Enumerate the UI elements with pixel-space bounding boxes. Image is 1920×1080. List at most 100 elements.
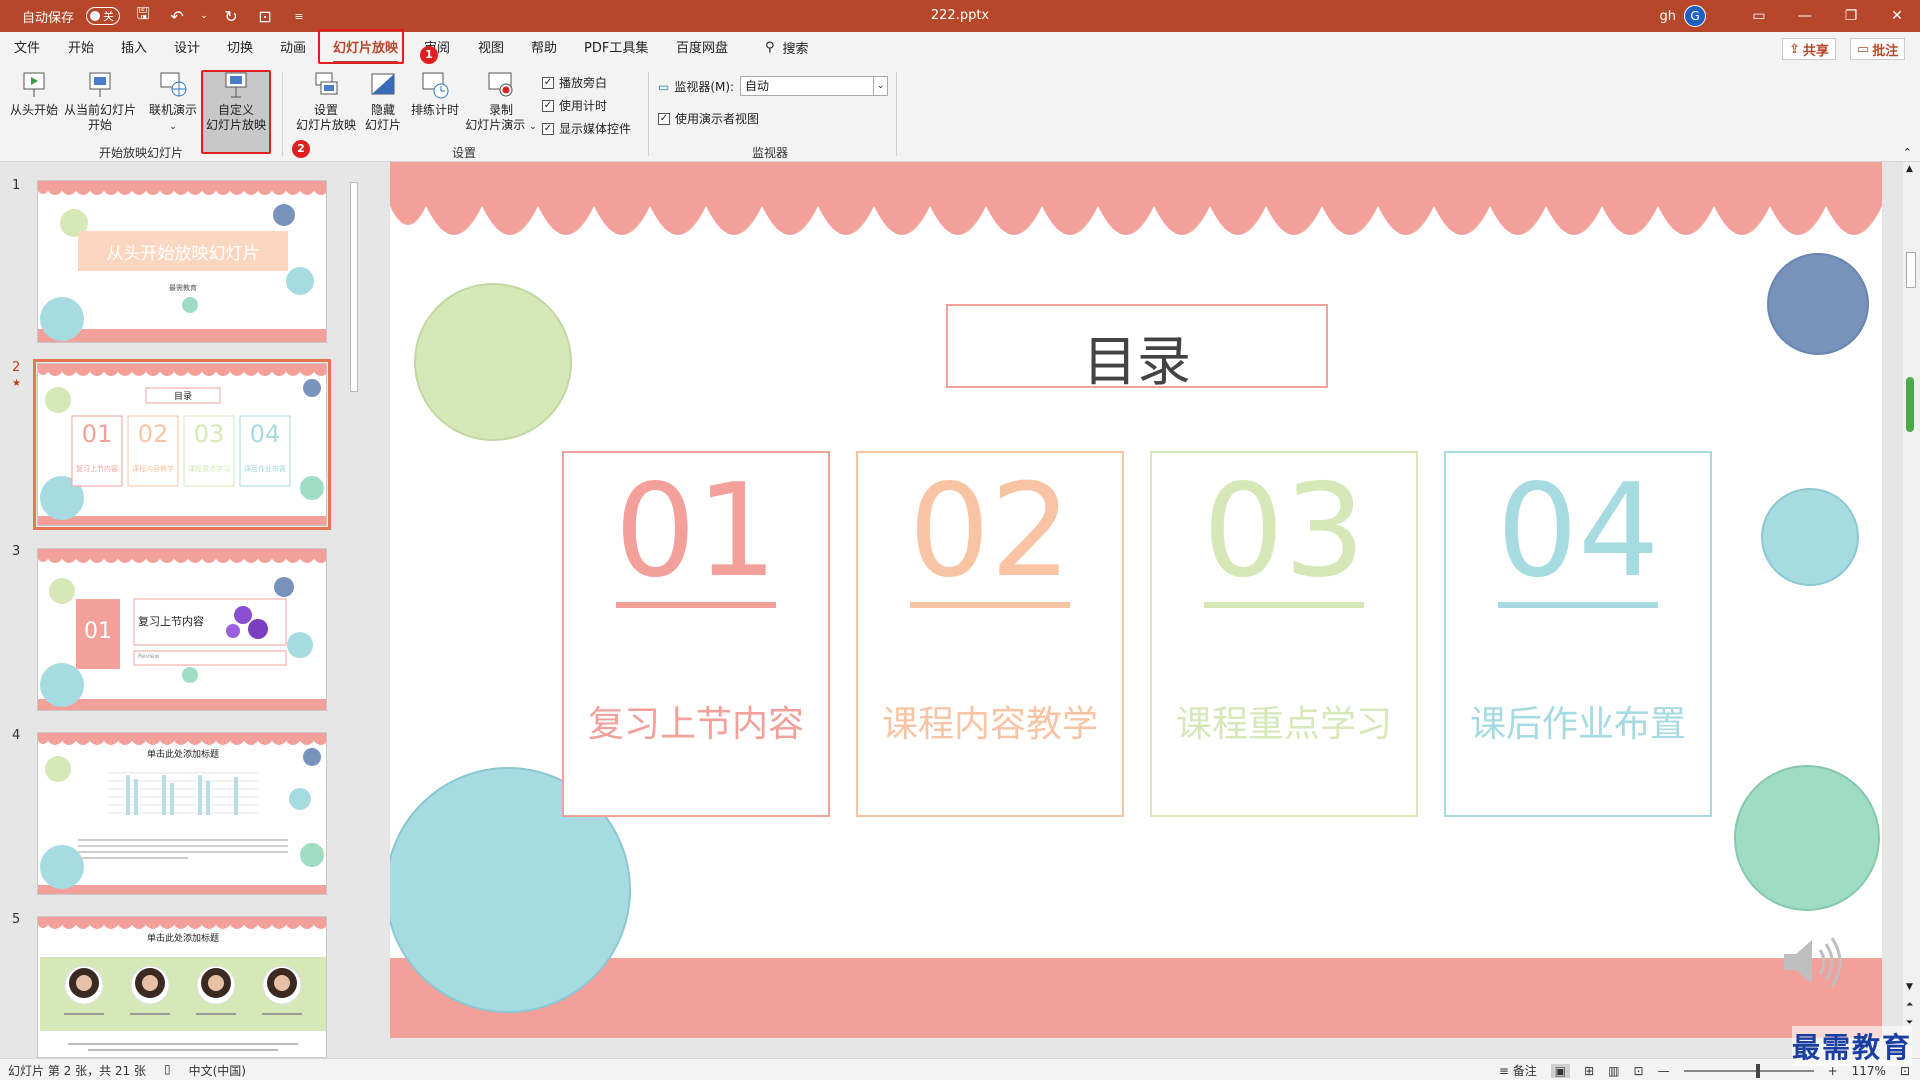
tab-insert[interactable]: 插入 [121, 38, 147, 60]
item-label-1[interactable]: 复习上节内容 [563, 695, 829, 747]
slideshow-view-icon[interactable]: ⊡ [1634, 1064, 1644, 1078]
minimize-icon[interactable]: — [1782, 0, 1828, 32]
slide-thumbnail-5[interactable]: 单击此处添加标题 [37, 916, 327, 1058]
close-icon[interactable]: ✕ [1874, 0, 1920, 32]
search-box[interactable]: ⚲ 搜索 [765, 38, 809, 57]
present-online-dropdown-icon[interactable]: ⌄ [169, 122, 177, 132]
play-from-current-icon [89, 72, 111, 97]
record-dropdown-icon[interactable]: ⌄ [529, 122, 537, 132]
scroll-position-indicator [1906, 377, 1914, 432]
zoom-slider-knob[interactable] [1755, 1063, 1760, 1078]
language-indicator[interactable]: 中文(中国) [189, 1062, 246, 1079]
tab-file[interactable]: 文件 [14, 38, 40, 60]
zoom-out-icon[interactable]: — [1658, 1064, 1670, 1078]
monitor-dropdown[interactable]: 自动 ⌄ [740, 76, 888, 96]
undo-dropdown-icon[interactable]: ⌄ [200, 11, 208, 21]
current-slide[interactable]: 目录 01 02 03 04 复习上节内容 课程内容教学 课程重点学习 课后作业… [390, 162, 1882, 1038]
slide-thumbnail-4[interactable]: 单击此处添加标题 [37, 732, 327, 895]
notes-button[interactable]: ≡ 备注 [1499, 1062, 1537, 1079]
thumbnail-2-label-3: 课程重点学习 [188, 465, 230, 473]
from-current-label-1: 从当前幻灯片 [63, 103, 136, 117]
item-number-01[interactable]: 01 [563, 462, 829, 602]
slide-thumbnail-1[interactable]: 从头开始放映幻灯片 最需教育 [37, 180, 327, 343]
slide-sorter-icon[interactable]: ⊞ [1584, 1064, 1594, 1078]
tab-pdf-tools[interactable]: PDF工具集 [584, 38, 648, 60]
customize-qat-icon[interactable]: ≡ [288, 10, 310, 23]
status-bar: 幻灯片 第 2 张，共 21 张 ▯ 中文(中国) ≡ 备注 ▣ ⊞ ▥ ⊡ —… [0, 1058, 1920, 1080]
item-label-3[interactable]: 课程重点学习 [1151, 695, 1417, 747]
search-icon: ⚲ [765, 40, 775, 55]
rehearse-timings-button[interactable]: 排练计时 [408, 70, 462, 118]
tab-baidu-netdisk[interactable]: 百度网盘 [676, 38, 728, 60]
redo-icon[interactable]: ↻ [220, 7, 242, 26]
presenter-view-checkbox[interactable]: ✓ 使用演示者视图 [658, 110, 759, 127]
autosave-label: 自动保存 [22, 10, 75, 26]
ribbon-tabs: 文件 开始 插入 设计 切换 动画 幻灯片放映 审阅 视图 帮助 PDF工具集 … [0, 32, 1920, 66]
accessibility-icon[interactable]: ▯ [164, 1062, 171, 1079]
present-online-icon [160, 72, 187, 97]
autosave-toggle[interactable]: 关 [86, 7, 121, 25]
undo-icon[interactable]: ↶ [166, 7, 188, 26]
scrollbar-thumb[interactable] [1906, 252, 1916, 288]
slide-title[interactable]: 目录 [947, 317, 1327, 396]
ribbon-display-icon[interactable]: ▭ [1736, 0, 1782, 32]
thumbnail-scrollbar[interactable] [347, 162, 361, 1058]
thumbnail-2-num-4: 04 [249, 420, 281, 448]
tab-design[interactable]: 设计 [174, 38, 200, 60]
record-slideshow-button[interactable]: 录制 幻灯片演示 ⌄ [462, 70, 540, 135]
use-timings-checkbox[interactable]: ✓ 使用计时 [542, 97, 607, 114]
share-button[interactable]: ⇪ 共享 [1782, 38, 1836, 60]
show-media-controls-checkbox[interactable]: ✓ 显示媒体控件 [542, 120, 631, 137]
hide-slide-button[interactable]: 隐藏 幻灯片 [360, 70, 406, 133]
collapse-ribbon-icon[interactable]: ⌃ [1903, 146, 1912, 159]
thumbnail-2-num-1: 01 [81, 420, 113, 448]
reading-view-icon[interactable]: ▥ [1608, 1064, 1619, 1078]
item-label-4[interactable]: 课后作业布置 [1445, 695, 1711, 747]
present-online-label: 联机演示 [148, 103, 197, 117]
thumbnail-5-title: 单击此处添加标题 [146, 934, 219, 944]
record-icon [488, 72, 513, 97]
play-narrations-checkbox[interactable]: ✓ 播放旁白 [542, 74, 607, 91]
from-beginning-label: 从头开始 [9, 103, 58, 117]
tab-transitions[interactable]: 切换 [227, 38, 253, 60]
user-name[interactable]: gh [1660, 9, 1677, 24]
present-online-button[interactable]: 联机演示 ⌄ [146, 70, 200, 135]
item-number-02[interactable]: 02 [857, 462, 1123, 602]
tab-view[interactable]: 视图 [478, 38, 504, 60]
restore-icon[interactable]: ❐ [1828, 0, 1874, 32]
comments-button[interactable]: ▭ 批注 [1850, 38, 1906, 60]
avatar[interactable]: G [1684, 5, 1706, 27]
scroll-up-icon[interactable]: ▲ [1906, 164, 1913, 174]
thumbnail-number: 2 [12, 360, 21, 375]
item-number-03[interactable]: 03 [1151, 462, 1417, 602]
thumbnail-animation-star: ★ [12, 378, 21, 389]
from-current-button[interactable]: 从当前幻灯片 开始 [62, 70, 138, 133]
setup-slideshow-button[interactable]: 设置 幻灯片放映 [292, 70, 360, 133]
tab-help[interactable]: 帮助 [531, 38, 557, 60]
highlight-box-tab [318, 29, 404, 64]
speaker-icon[interactable] [1780, 932, 1850, 992]
tab-home[interactable]: 开始 [68, 38, 94, 60]
slide-thumbnail-2[interactable]: 目录 01 02 03 04 复习上节内容 课程内容教学 课程重点学习 课后作业… [33, 359, 331, 530]
highlight-box-custom-show [201, 70, 271, 154]
checkbox-check-icon: ✓ [542, 99, 554, 112]
slide-vertical-scrollbar[interactable]: ▲ ▼ ⏶ ⏷ [1903, 162, 1920, 1058]
previous-slide-icon[interactable]: ⏶ [1906, 1000, 1913, 1010]
item-label-2[interactable]: 课程内容教学 [857, 695, 1123, 747]
save-icon[interactable]: 🖫 [132, 3, 154, 30]
present-icon[interactable]: ⊡ [254, 7, 276, 26]
thumbnail-1-title: 从头开始放映幻灯片 [106, 244, 260, 264]
scroll-down-icon[interactable]: ▼ [1906, 982, 1913, 992]
scrollbar-thumb[interactable] [350, 182, 358, 392]
rehearse-timings-label: 排练计时 [410, 103, 459, 117]
zoom-slider[interactable] [1683, 1063, 1814, 1078]
item-number-04[interactable]: 04 [1445, 462, 1711, 602]
thumbnail-3-num: 01 [84, 619, 112, 644]
from-beginning-button[interactable]: 从头开始 [8, 70, 60, 118]
normal-view-icon[interactable]: ▣ [1550, 1063, 1571, 1078]
slide-thumbnail-3[interactable]: 01 复习上节内容 Review [37, 548, 327, 711]
slide-thumbnail-panel: 1 从头开始放映幻灯片 最需教育 2 ★ 目录 01 02 03 04 复习上节… [0, 162, 362, 1058]
thumbnail-number: 4 [12, 728, 21, 743]
tab-animations[interactable]: 动画 [280, 38, 306, 60]
ribbon: 从头开始 从当前幻灯片 开始 联机演示 ⌄ 自定义 幻灯片放映 开始放映幻灯片 … [0, 66, 1920, 162]
